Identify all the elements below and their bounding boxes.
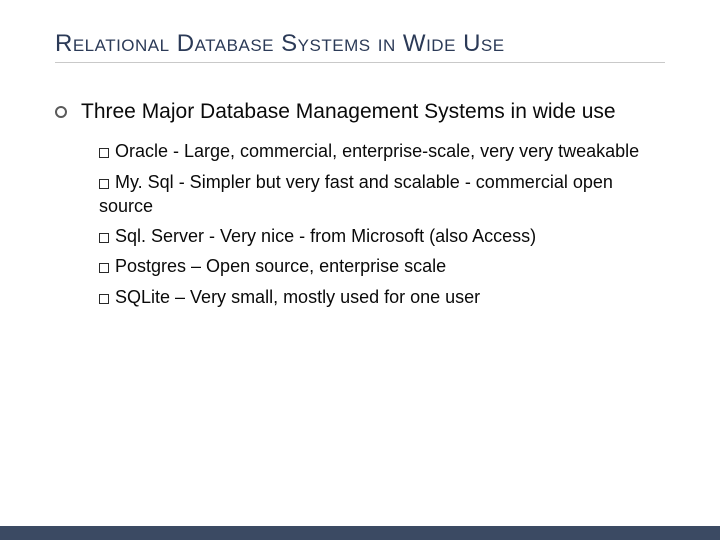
item-desc: - Large, commercial, enterprise-scale, v… xyxy=(168,141,639,161)
item-desc: - Very nice - from Microsoft (also Acces… xyxy=(204,226,536,246)
item-desc: – Very small, mostly used for one user xyxy=(170,287,480,307)
item-name: Sql. Server xyxy=(115,226,204,246)
list-item: SQLite – Very small, mostly used for one… xyxy=(99,285,665,309)
circle-bullet-icon xyxy=(55,106,67,118)
square-bullet-icon xyxy=(99,179,109,189)
level1-bullet: Three Major Database Management Systems … xyxy=(55,99,665,125)
square-bullet-icon xyxy=(99,263,109,273)
list-item: Sql. Server - Very nice - from Microsoft… xyxy=(99,224,665,248)
list-item: My. Sql - Simpler but very fast and scal… xyxy=(99,170,665,219)
item-name: My. Sql xyxy=(115,172,174,192)
list-item: Oracle - Large, commercial, enterprise-s… xyxy=(99,139,665,163)
item-desc: - Simpler but very fast and scalable - c… xyxy=(99,172,613,216)
slide-title: Relational Database Systems in Wide Use xyxy=(55,30,665,63)
item-name: Oracle xyxy=(115,141,168,161)
item-name: SQLite xyxy=(115,287,170,307)
slide: Relational Database Systems in Wide Use … xyxy=(0,0,720,540)
level2-list: Oracle - Large, commercial, enterprise-s… xyxy=(55,139,665,309)
level1-text: Three Major Database Management Systems … xyxy=(81,99,665,125)
list-item: Postgres – Open source, enterprise scale xyxy=(99,254,665,278)
square-bullet-icon xyxy=(99,294,109,304)
item-name: Postgres xyxy=(115,256,186,276)
square-bullet-icon xyxy=(99,148,109,158)
item-desc: – Open source, enterprise scale xyxy=(186,256,446,276)
footer-bar xyxy=(0,526,720,540)
square-bullet-icon xyxy=(99,233,109,243)
